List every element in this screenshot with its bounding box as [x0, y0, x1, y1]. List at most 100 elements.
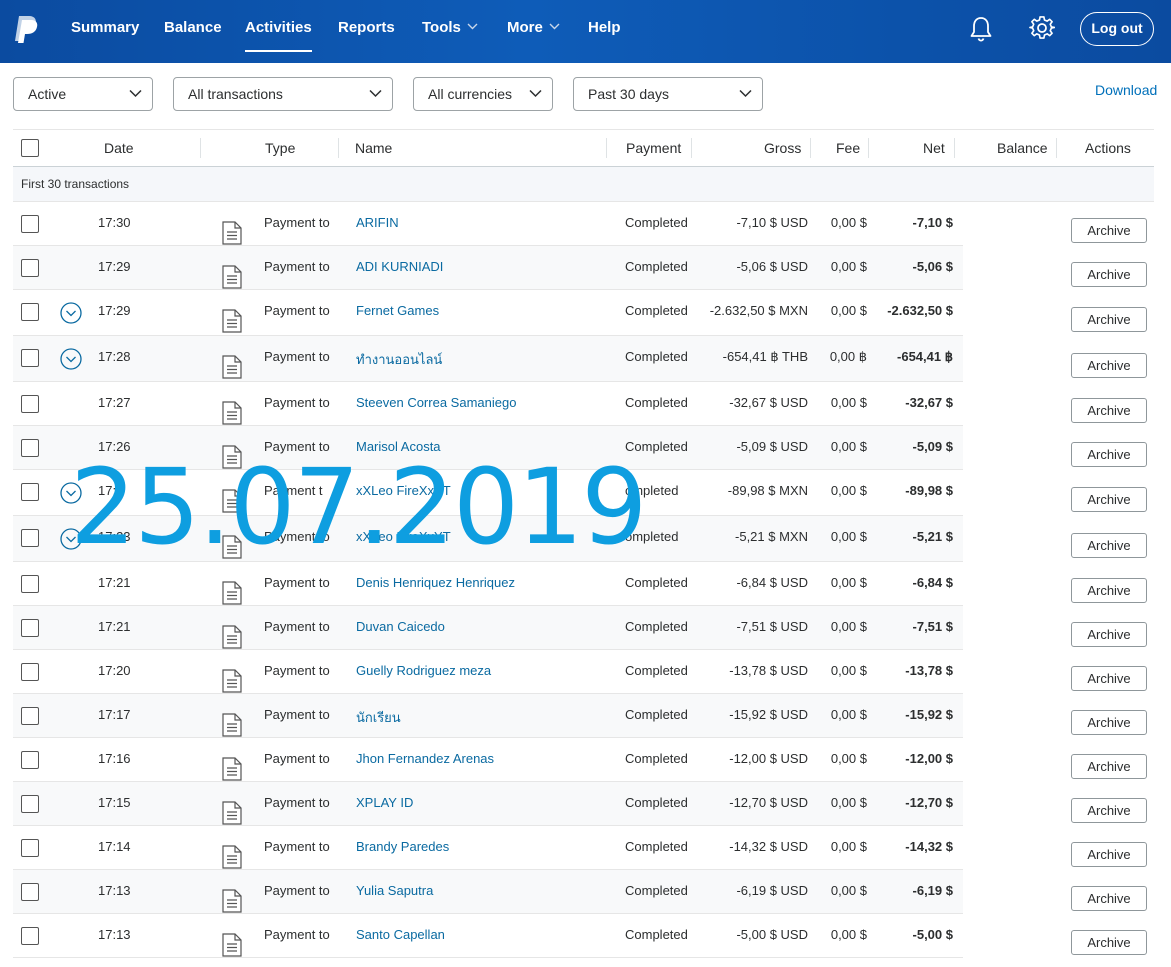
row-name-link[interactable]: XPLAY ID	[356, 795, 413, 810]
row-name-link[interactable]: Denis Henriquez Henriquez	[356, 575, 515, 590]
expand-circle-icon[interactable]	[60, 528, 82, 550]
column-header-payment[interactable]: Payment	[626, 140, 681, 156]
row-name-link[interactable]: นักเรียน	[356, 707, 401, 728]
table-row[interactable]: 17:26 Payment to Marisol Acosta Completed -5…	[13, 426, 963, 470]
row-name-link[interactable]: xXLeo FireXxYT	[356, 483, 451, 498]
currency-filter-select[interactable]: All currencies	[413, 77, 553, 111]
archive-button[interactable]: Archive	[1071, 798, 1147, 823]
nav-item-balance[interactable]: Balance	[164, 19, 222, 47]
table-row[interactable]: 17:21 Payment to Duvan Caicedo Completed -7,…	[13, 606, 963, 650]
row-checkbox[interactable]	[21, 439, 39, 457]
nav-item-tools[interactable]: Tools	[422, 19, 478, 47]
archive-button[interactable]: Archive	[1071, 710, 1147, 735]
archive-button[interactable]: Archive	[1071, 487, 1147, 512]
row-name-link[interactable]: Yulia Saputra	[356, 883, 433, 898]
nav-item-more[interactable]: More	[507, 19, 560, 47]
archive-button[interactable]: Archive	[1071, 262, 1147, 287]
archive-button[interactable]: Archive	[1071, 930, 1147, 955]
document-icon	[222, 933, 242, 957]
row-name-link[interactable]: ARIFIN	[356, 215, 399, 230]
row-name-link[interactable]: xXLeo FireXxYT	[356, 529, 451, 544]
paypal-logo-icon[interactable]	[13, 14, 39, 44]
row-checkbox[interactable]	[21, 927, 39, 945]
row-checkbox[interactable]	[21, 349, 39, 367]
table-row[interactable]: 17:13 Payment to Santo Capellan Completed -5…	[13, 914, 963, 958]
table-row[interactable]: 17:15 Payment to XPLAY ID Completed -12,70 $…	[13, 782, 963, 826]
table-row[interactable]: 17:29 Payment to ADI KURNIADI Completed -5,0…	[13, 246, 963, 290]
archive-button[interactable]: Archive	[1071, 886, 1147, 911]
archive-button[interactable]: Archive	[1071, 622, 1147, 647]
archive-button[interactable]: Archive	[1071, 754, 1147, 779]
type-filter-select[interactable]: All transactions	[173, 77, 393, 111]
nav-item-summary[interactable]: Summary	[71, 19, 139, 47]
row-checkbox[interactable]	[21, 883, 39, 901]
row-checkbox[interactable]	[21, 259, 39, 277]
archive-button[interactable]: Archive	[1071, 353, 1147, 378]
status-filter-select[interactable]: Active	[13, 77, 153, 111]
row-name-link[interactable]: Marisol Acosta	[356, 439, 441, 454]
row-gross: -14,32 $ USD	[729, 839, 808, 854]
column-header-gross[interactable]: Gross	[764, 140, 801, 156]
column-header-date[interactable]: Date	[104, 140, 134, 156]
expand-circle-icon[interactable]	[60, 482, 82, 504]
row-checkbox[interactable]	[21, 663, 39, 681]
row-checkbox[interactable]	[21, 575, 39, 593]
bell-icon[interactable]	[969, 16, 993, 42]
row-checkbox[interactable]	[21, 529, 39, 547]
archive-button[interactable]: Archive	[1071, 533, 1147, 558]
gear-icon[interactable]	[1029, 15, 1055, 41]
row-checkbox[interactable]	[21, 839, 39, 857]
row-name-link[interactable]: ทำงานออนไลน์	[356, 349, 442, 370]
row-checkbox[interactable]	[21, 395, 39, 413]
row-checkbox[interactable]	[21, 303, 39, 321]
column-header-net[interactable]: Net	[923, 140, 945, 156]
column-header-type[interactable]: Type	[265, 140, 295, 156]
row-name-link[interactable]: Duvan Caicedo	[356, 619, 445, 634]
table-row[interactable]: 17:13 Payment to Yulia Saputra Completed -6,…	[13, 870, 963, 914]
archive-button[interactable]: Archive	[1071, 578, 1147, 603]
row-checkbox[interactable]	[21, 751, 39, 769]
column-header-balance[interactable]: Balance	[997, 140, 1048, 156]
table-row[interactable]: 17:21 Payment to Denis Henriquez Henriquez…	[13, 562, 963, 606]
column-header-name[interactable]: Name	[355, 140, 392, 156]
row-name-link[interactable]: Fernet Games	[356, 303, 439, 318]
row-checkbox[interactable]	[21, 707, 39, 725]
row-name-link[interactable]: Santo Capellan	[356, 927, 445, 942]
download-link[interactable]: Download	[1095, 82, 1157, 98]
archive-button[interactable]: Archive	[1071, 442, 1147, 467]
archive-button[interactable]: Archive	[1071, 842, 1147, 867]
table-row[interactable]: 17:30 Payment to ARIFIN Completed -7,10 $ US…	[13, 202, 963, 246]
row-checkbox[interactable]	[21, 215, 39, 233]
archive-button[interactable]: Archive	[1071, 218, 1147, 243]
table-row[interactable]: 17:20 Payment to Guelly Rodriguez meza Comp…	[13, 650, 963, 694]
row-checkbox[interactable]	[21, 483, 39, 501]
period-filter-select[interactable]: Past 30 days	[573, 77, 763, 111]
archive-button[interactable]: Archive	[1071, 307, 1147, 332]
logout-button[interactable]: Log out	[1080, 12, 1154, 46]
column-header-fee[interactable]: Fee	[836, 140, 860, 156]
table-row[interactable]: 17:29 Payment to Fernet Games Completed -2.6…	[13, 290, 963, 336]
row-name-link[interactable]: Steeven Correa Samaniego	[356, 395, 516, 410]
row-name-link[interactable]: Guelly Rodriguez meza	[356, 663, 491, 678]
table-row[interactable]: 17:17 Payment to นักเรียน Completed -15,92 $…	[13, 694, 963, 738]
row-checkbox[interactable]	[21, 795, 39, 813]
archive-button[interactable]: Archive	[1071, 398, 1147, 423]
row-name-link[interactable]: Brandy Paredes	[356, 839, 449, 854]
table-row[interactable]: 17:28 Payment to ทำงานออนไลน์ Completed -654…	[13, 336, 963, 382]
expand-circle-icon[interactable]	[60, 348, 82, 370]
row-name-link[interactable]: ADI KURNIADI	[356, 259, 443, 274]
nav-item-help[interactable]: Help	[588, 19, 621, 47]
table-row[interactable]: 17:2 Payment t xXLeo FireXxYT ompleted -89,9…	[13, 470, 963, 516]
table-row[interactable]: 17:23 Payment to xXLeo FireXxYT ompleted -5,…	[13, 516, 963, 562]
expand-circle-icon[interactable]	[60, 302, 82, 324]
archive-button[interactable]: Archive	[1071, 666, 1147, 691]
row-checkbox[interactable]	[21, 619, 39, 637]
table-row[interactable]: 17:14 Payment to Brandy Paredes Completed -1…	[13, 826, 963, 870]
row-net: -2.632,50 $	[887, 303, 953, 318]
row-name-link[interactable]: Jhon Fernandez Arenas	[356, 751, 494, 766]
nav-item-activities[interactable]: Activities	[245, 19, 312, 52]
table-row[interactable]: 17:16 Payment to Jhon Fernandez Arenas Comp…	[13, 738, 963, 782]
table-row[interactable]: 17:27 Payment to Steeven Correa Samaniego C…	[13, 382, 963, 426]
select-all-checkbox[interactable]	[21, 139, 39, 157]
nav-item-reports[interactable]: Reports	[338, 19, 395, 47]
